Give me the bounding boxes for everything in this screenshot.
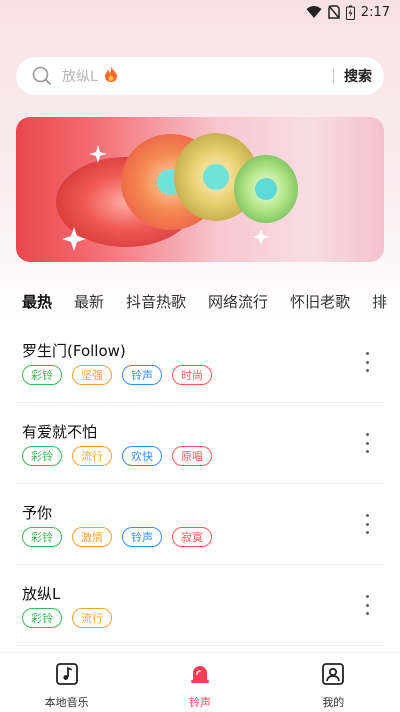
wifi-icon — [306, 5, 322, 19]
vinyl-records-illustration — [56, 133, 298, 251]
more-options-icon[interactable] — [364, 514, 370, 534]
tag-group: 彩铃 流行 — [22, 608, 112, 628]
banner[interactable] — [16, 117, 384, 262]
more-options-icon[interactable] — [364, 433, 370, 453]
nav-mine-label: 我的 — [322, 696, 345, 709]
nav-ringtone[interactable]: 铃声 — [133, 653, 266, 712]
list-item[interactable]: 放纵L 彩铃 流行 — [16, 565, 384, 646]
song-title: 予你 — [22, 504, 53, 522]
tag: 时尚 — [172, 365, 212, 385]
tab-nostalgic[interactable]: 怀旧老歌 — [290, 291, 350, 312]
battery-icon — [345, 5, 355, 20]
tag: 彩铃 — [22, 527, 62, 547]
category-tabs: 最热 最新 抖音热歌 网络流行 怀旧老歌 排 — [0, 288, 400, 314]
tag: 激情 — [72, 527, 112, 547]
tag: 流行 — [72, 608, 112, 628]
music-note-icon — [55, 663, 78, 689]
tab-ranking[interactable]: 排 — [372, 291, 387, 312]
song-title: 有爱就不怕 — [22, 423, 98, 441]
tag: 铃声 — [122, 365, 162, 385]
song-title: 罗生门(Follow) — [22, 342, 126, 360]
song-list: 罗生门(Follow) 彩铃 坚强 铃声 时尚 有爱就不怕 彩铃 流行 欢快 原… — [0, 322, 400, 646]
more-options-icon[interactable] — [364, 595, 370, 615]
search-input[interactable]: 放纵L — [62, 66, 333, 86]
fire-icon — [104, 66, 118, 86]
nav-local-music[interactable]: 本地音乐 — [0, 653, 133, 712]
tag: 彩铃 — [22, 608, 62, 628]
search-divider — [333, 68, 334, 84]
bottom-nav: 本地音乐 铃声 我的 — [0, 652, 400, 712]
tab-newest[interactable]: 最新 — [74, 291, 104, 312]
nav-mine[interactable]: 我的 — [267, 653, 400, 712]
list-item[interactable]: 罗生门(Follow) 彩铃 坚强 铃声 时尚 — [16, 322, 384, 403]
search-icon — [32, 66, 52, 86]
search-bar[interactable]: 放纵L 搜索 — [16, 57, 384, 95]
tag: 彩铃 — [22, 365, 62, 385]
tag: 流行 — [72, 446, 112, 466]
song-title: 放纵L — [22, 585, 61, 603]
status-time: 2:17 — [360, 4, 390, 20]
profile-icon — [322, 663, 345, 689]
list-item[interactable]: 有爱就不怕 彩铃 流行 欢快 原唱 — [16, 403, 384, 484]
bell-icon — [189, 663, 211, 689]
search-button[interactable]: 搜索 — [344, 66, 372, 86]
list-item[interactable]: 予你 彩铃 激情 铃声 寂寞 — [16, 484, 384, 565]
tag: 坚强 — [72, 365, 112, 385]
status-bar: 2:17 — [0, 0, 400, 24]
tag: 原唱 — [172, 446, 212, 466]
tab-douyin-hits[interactable]: 抖音热歌 — [126, 291, 186, 312]
tag: 欢快 — [122, 446, 162, 466]
search-placeholder-text: 放纵L — [62, 69, 98, 85]
tag-group: 彩铃 激情 铃声 寂寞 — [22, 527, 212, 547]
more-options-icon[interactable] — [364, 352, 370, 372]
tag: 铃声 — [122, 527, 162, 547]
nav-ringtone-label: 铃声 — [188, 696, 211, 709]
nav-local-music-label: 本地音乐 — [44, 696, 89, 709]
no-sim-icon — [328, 5, 340, 19]
tag: 彩铃 — [22, 446, 62, 466]
tag-group: 彩铃 坚强 铃声 时尚 — [22, 365, 212, 385]
tab-hottest[interactable]: 最热 — [22, 291, 52, 312]
tag-group: 彩铃 流行 欢快 原唱 — [22, 446, 212, 466]
tab-internet-pop[interactable]: 网络流行 — [208, 291, 268, 312]
tag: 寂寞 — [172, 527, 212, 547]
